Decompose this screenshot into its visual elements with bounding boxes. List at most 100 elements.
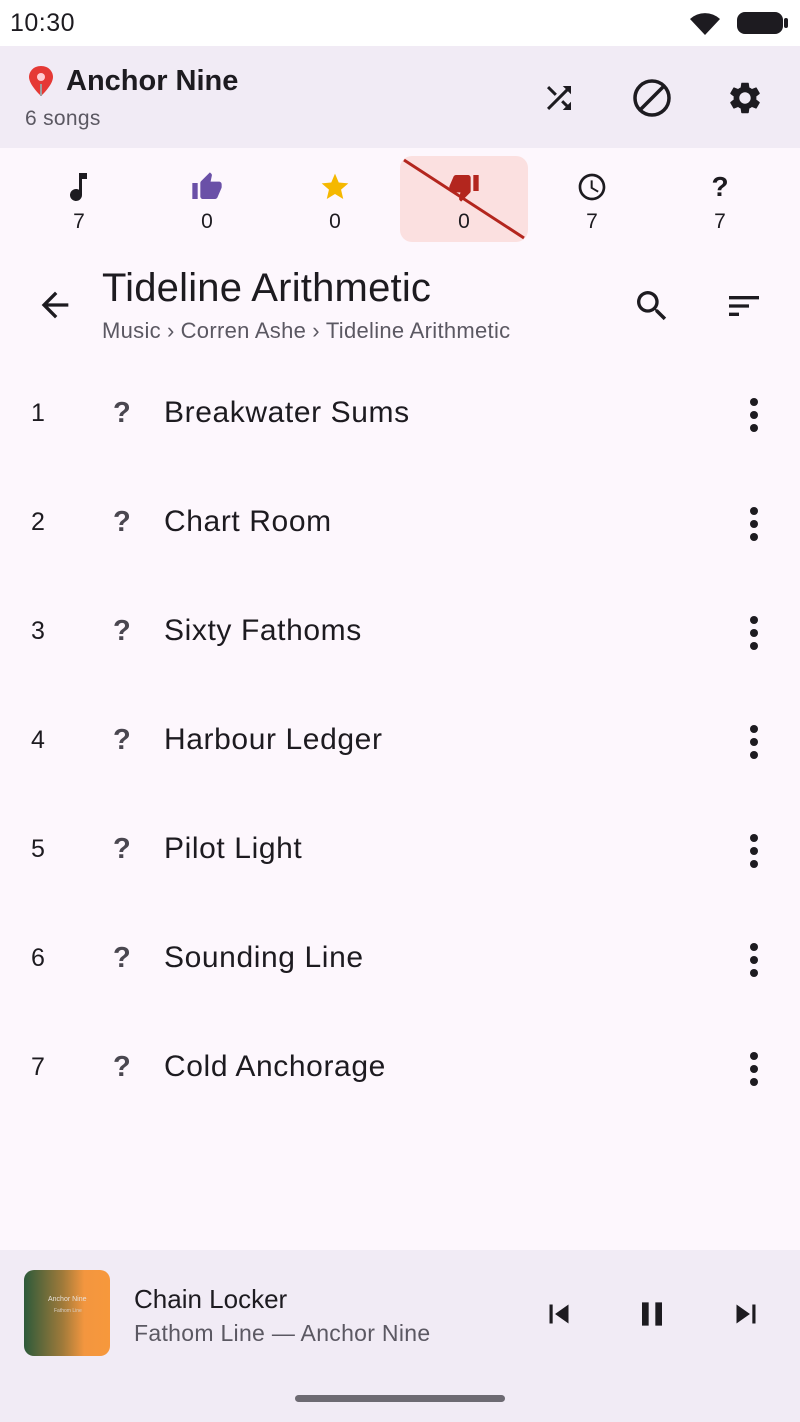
- unrated-icon: ?: [113, 506, 131, 538]
- app-header: Anchor Nine 6 songs: [0, 46, 800, 148]
- more-options-button[interactable]: [738, 938, 770, 982]
- track-row[interactable]: 7 ? Cold Anchorage: [0, 1013, 800, 1122]
- track-row[interactable]: 4 ? Harbour Ledger: [0, 686, 800, 795]
- pause-button[interactable]: [628, 1290, 676, 1338]
- track-number: 7: [31, 1053, 45, 1081]
- track-row[interactable]: 6 ? Sounding Line: [0, 904, 800, 1013]
- music-note-icon: [61, 170, 97, 204]
- album-header: Tideline Arithmetic Music › Corren Ashe …: [0, 258, 800, 358]
- sort-button[interactable]: [720, 282, 768, 330]
- more-vert-icon: [750, 1052, 758, 1086]
- breadcrumb-separator: ›: [312, 318, 320, 343]
- block-icon: [633, 79, 671, 117]
- breadcrumb-album: Tideline Arithmetic: [325, 318, 511, 343]
- track-row[interactable]: 1 ? Breakwater Sums: [0, 359, 800, 468]
- more-vert-icon: [750, 398, 758, 432]
- sort-icon: [729, 296, 759, 316]
- filter-bar: 7 0 0 0 7 ? 7: [0, 148, 800, 248]
- now-playing-bar[interactable]: Anchor Nine Fathom Line Chain Locker Fat…: [0, 1250, 800, 1422]
- filter-disliked[interactable]: 0: [400, 156, 528, 242]
- track-title: Sixty Fathoms: [164, 614, 362, 647]
- gear-icon: [730, 82, 760, 114]
- wifi-icon: [690, 13, 720, 35]
- filter-count: 0: [458, 210, 470, 233]
- thumbs-up-icon: [189, 170, 225, 204]
- filter-count: 7: [73, 210, 85, 233]
- track-title: Chart Room: [164, 505, 332, 538]
- track-number: 2: [31, 508, 45, 536]
- more-options-button[interactable]: [738, 502, 770, 546]
- album-art[interactable]: Anchor Nine Fathom Line: [24, 1270, 110, 1356]
- track-row[interactable]: 3 ? Sixty Fathoms: [0, 577, 800, 686]
- more-vert-icon: [750, 943, 758, 977]
- track-title: Harbour Ledger: [164, 723, 383, 756]
- question-icon: ?: [711, 171, 729, 202]
- status-bar: 10:30: [0, 0, 800, 46]
- filter-recent[interactable]: 7: [528, 156, 656, 242]
- filter-all[interactable]: 7: [15, 156, 143, 242]
- skip-previous-icon: [549, 1304, 569, 1324]
- track-number: 3: [31, 617, 45, 645]
- more-vert-icon: [750, 507, 758, 541]
- status-icons: [688, 10, 790, 36]
- pause-icon: [642, 1302, 662, 1326]
- breadcrumb-separator: ›: [166, 318, 175, 343]
- more-options-button[interactable]: [738, 720, 770, 764]
- track-number: 4: [31, 726, 45, 754]
- unrated-icon: ?: [113, 397, 131, 429]
- filter-unrated[interactable]: ? 7: [656, 156, 784, 242]
- track-number: 6: [31, 944, 45, 972]
- track-row[interactable]: 2 ? Chart Room: [0, 468, 800, 577]
- unrated-icon: ?: [113, 833, 131, 865]
- unrated-icon: ?: [113, 724, 131, 756]
- song-count: 6 songs: [25, 107, 101, 130]
- filter-count: 0: [201, 210, 213, 233]
- filter-count: 7: [714, 210, 726, 233]
- more-vert-icon: [750, 834, 758, 868]
- track-row[interactable]: 5 ? Pilot Light: [0, 795, 800, 904]
- now-playing-title: Chain Locker: [134, 1284, 288, 1314]
- track-title: Breakwater Sums: [164, 396, 410, 429]
- more-vert-icon: [750, 725, 758, 759]
- filter-starred[interactable]: 0: [271, 156, 399, 242]
- app-title: Anchor Nine: [66, 64, 239, 97]
- home-indicator[interactable]: [295, 1395, 505, 1402]
- unrated-icon: ?: [113, 1051, 131, 1083]
- filter-count: 0: [329, 210, 341, 233]
- app-title-row: Anchor Nine: [26, 64, 238, 98]
- unrated-icon: ?: [113, 615, 131, 647]
- block-button[interactable]: [630, 76, 674, 120]
- previous-button[interactable]: [535, 1290, 583, 1338]
- track-title: Cold Anchorage: [164, 1050, 386, 1083]
- search-icon: [637, 291, 667, 321]
- breadcrumb-music[interactable]: Music: [102, 318, 161, 344]
- album-art-subtitle: Fathom Line: [54, 1308, 82, 1314]
- next-button[interactable]: [722, 1290, 770, 1338]
- star-icon: [317, 170, 353, 204]
- filter-liked[interactable]: 0: [143, 156, 271, 242]
- more-options-button[interactable]: [738, 1047, 770, 1091]
- track-number: 1: [31, 399, 45, 427]
- clock-icon: [574, 170, 610, 204]
- breadcrumb-artist[interactable]: Corren Ashe: [181, 318, 307, 344]
- filter-count: 7: [586, 210, 598, 233]
- search-button[interactable]: [628, 282, 676, 330]
- unrated-icon: ?: [113, 942, 131, 974]
- more-options-button[interactable]: [738, 611, 770, 655]
- album-title: Tideline Arithmetic: [102, 266, 432, 310]
- breadcrumb: Music › Corren Ashe › Tideline Arithmeti…: [102, 318, 510, 344]
- now-playing-subtitle: Fathom Line — Anchor Nine: [134, 1320, 431, 1346]
- battery-icon: [737, 12, 788, 34]
- arrow-back-icon: [41, 291, 69, 319]
- more-options-button[interactable]: [738, 829, 770, 873]
- skip-next-icon: [736, 1304, 756, 1324]
- settings-button[interactable]: [723, 76, 767, 120]
- track-title: Pilot Light: [164, 832, 303, 865]
- album-art-title: Anchor Nine: [48, 1296, 87, 1303]
- thumbs-down-icon: [446, 170, 482, 204]
- track-number: 5: [31, 835, 45, 863]
- shuffle-button[interactable]: [537, 76, 581, 120]
- more-options-button[interactable]: [738, 393, 770, 437]
- track-title: Sounding Line: [164, 941, 364, 974]
- back-button[interactable]: [30, 280, 80, 330]
